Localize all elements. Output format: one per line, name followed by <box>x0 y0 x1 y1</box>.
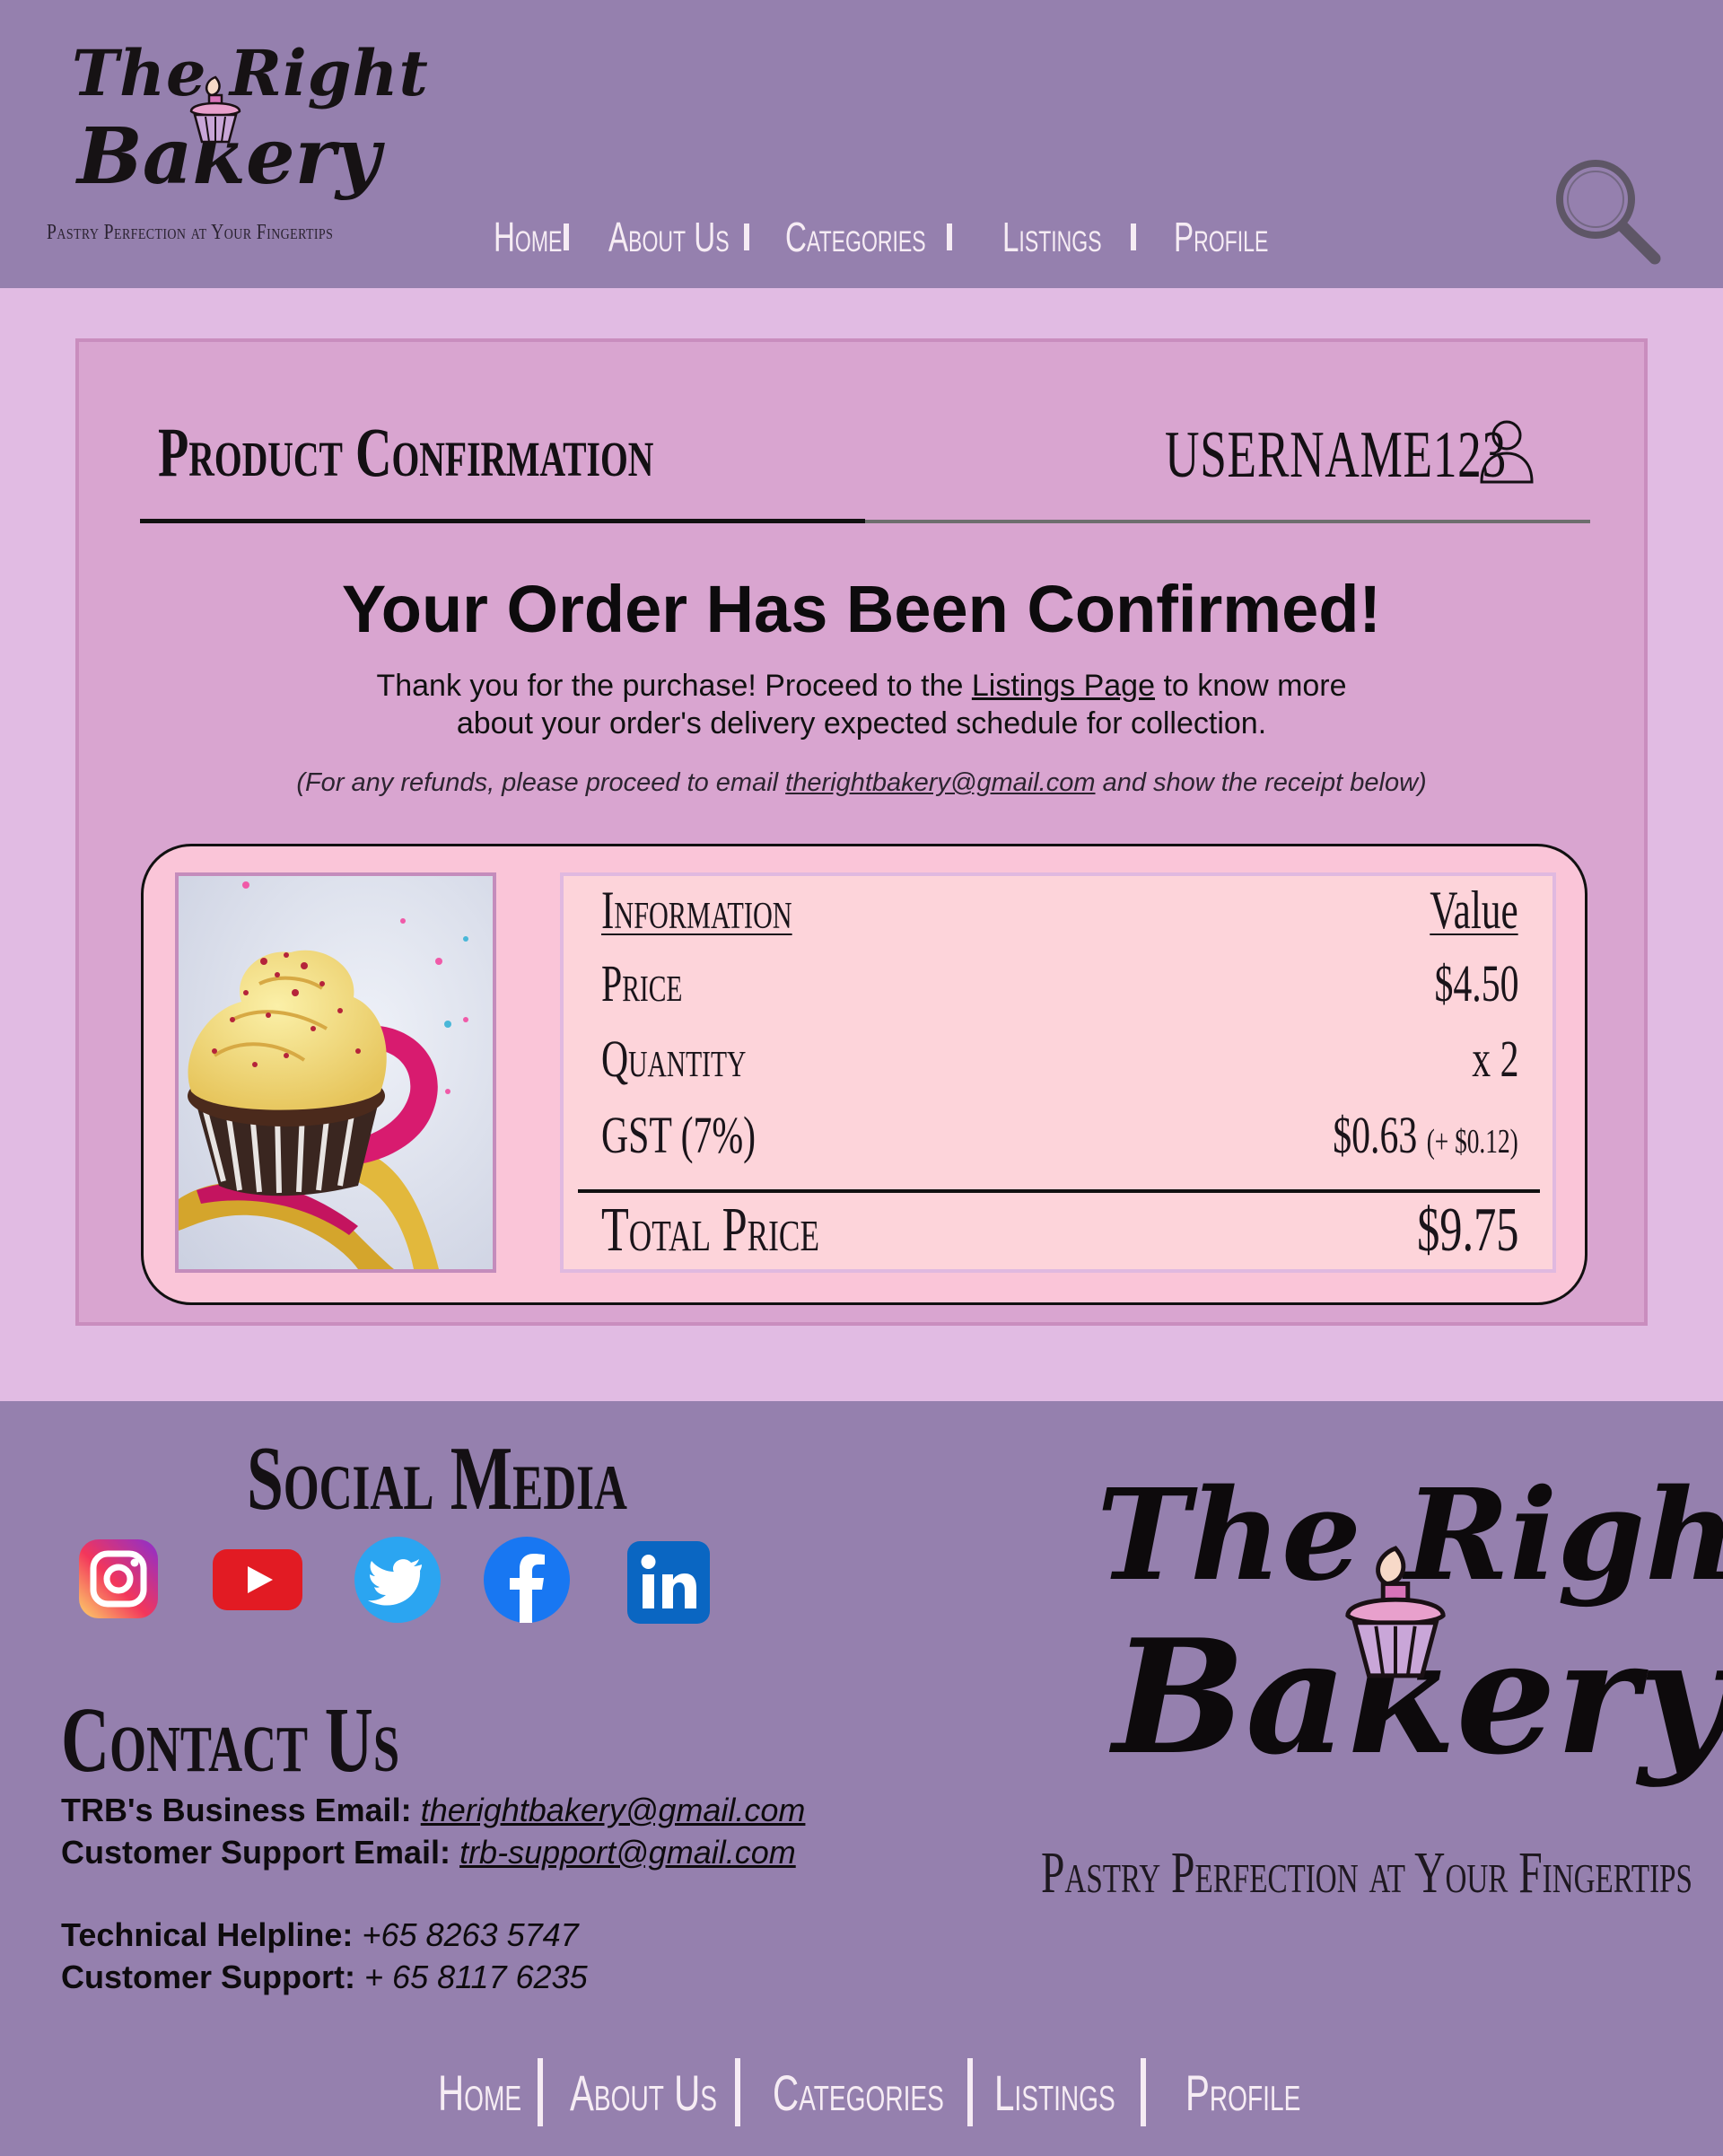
total-divider <box>578 1189 1540 1193</box>
facebook-icon[interactable] <box>483 1536 571 1624</box>
nav-listings[interactable]: Listings <box>1002 213 1102 261</box>
business-email-line: TRB's Business Email: therightbakery@gma… <box>61 1789 805 1831</box>
nav-divider <box>946 223 952 250</box>
support-email-line: Customer Support Email: trb-support@gmai… <box>61 1831 805 1873</box>
gst-label: GST (7%) <box>601 1106 757 1164</box>
receipt-details: Information Value Price $4.50 Quantity x… <box>560 872 1556 1273</box>
price-value: $4.50 <box>1434 954 1518 1012</box>
title-rule <box>865 520 1590 523</box>
gst-value-group: $0.63 (+ $0.12) <box>1334 1105 1518 1165</box>
gst-row: GST (7%) $0.63 (+ $0.12) <box>601 1105 1518 1165</box>
price-row: Price $4.50 <box>601 953 1518 1013</box>
instagram-icon[interactable] <box>77 1538 160 1620</box>
brand-tagline: Pastry Perfection at Your Fingertips <box>47 221 334 244</box>
nav-home[interactable]: Home <box>494 213 562 261</box>
nav-divider <box>538 2058 544 2126</box>
quantity-value: x 2 <box>1471 1030 1518 1088</box>
confirmation-card: Product Confirmation USERNAME123 Your Or… <box>75 338 1648 1326</box>
gst-value: $0.63 <box>1333 1106 1418 1164</box>
linkedin-icon[interactable] <box>626 1540 711 1625</box>
information-header: Information <box>601 881 792 940</box>
price-label: Price <box>601 954 683 1012</box>
nav-about-us[interactable]: About Us <box>608 213 730 261</box>
support-email-link[interactable]: trb-support@gmail.com <box>459 1834 796 1871</box>
cupcake-icon <box>189 75 241 144</box>
support-phone-line: Customer Support: + 65 8117 6235 <box>61 1956 805 1998</box>
username-label: USERNAME123 <box>1165 418 1507 492</box>
social-media-heading: Social Media <box>247 1428 627 1529</box>
nav-divider <box>744 223 750 250</box>
nav-divider <box>734 2058 740 2126</box>
contact-us-heading: Contact Us <box>61 1688 400 1792</box>
gst-extra: (+ $0.12) <box>1426 1123 1518 1161</box>
confirmation-heading: Your Order Has Been Confirmed! <box>341 572 1382 646</box>
nav-divider <box>1141 2058 1147 2126</box>
helpline-label: Technical Helpline: <box>61 1916 354 1953</box>
value-header: Value <box>1430 881 1518 940</box>
nav-divider <box>967 2058 974 2126</box>
support-phone-number: + 65 8117 6235 <box>364 1959 588 1995</box>
support-phone-label: Customer Support: <box>61 1959 355 1995</box>
site-footer: Social Media Contact Us TRB's Business E… <box>0 1401 1723 2156</box>
refund-text: and show the receipt below) <box>1095 768 1427 797</box>
total-row: Total Price $9.75 <box>601 1195 1518 1266</box>
message-text: about your order's delivery expected sch… <box>456 706 1267 741</box>
business-email-link[interactable]: therightbakery@gmail.com <box>421 1792 806 1828</box>
support-email-label: Customer Support Email: <box>61 1834 451 1871</box>
user-icon[interactable] <box>1479 417 1535 484</box>
receipt-header-row: Information Value <box>601 880 1518 942</box>
main-nav: Home About Us Categories Listings Profil… <box>494 210 1305 264</box>
footer-nav: Home About Us Categories Listings Profil… <box>438 2056 1345 2128</box>
title-rule <box>140 519 865 523</box>
site-header: The Right Bakery Pastry Perfection at Yo… <box>0 0 1723 288</box>
helpline-line: Technical Helpline: +65 8263 5747 <box>61 1914 805 1956</box>
business-email-label: TRB's Business Email: <box>61 1792 412 1828</box>
product-image <box>175 872 496 1273</box>
total-label: Total Price <box>601 1196 820 1265</box>
helpline-number: +65 8263 5747 <box>362 1916 579 1953</box>
brand-logo[interactable]: The Right Bakery Pastry Perfection at Yo… <box>47 36 428 260</box>
page-title: Product Confirmation <box>158 413 654 491</box>
nav-divider <box>1131 223 1137 250</box>
brand-tagline: Pastry Perfection at Your Fingertips <box>1041 1840 1692 1906</box>
message-text: Thank you for the purchase! Proceed to t… <box>376 669 972 703</box>
cupcake-photo <box>179 876 493 1269</box>
logo-line-1: The Right <box>72 36 429 110</box>
footer-nav-about-us[interactable]: About Us <box>570 2064 717 2122</box>
search-icon[interactable] <box>1552 156 1662 266</box>
refund-email-link[interactable]: therightbakery@gmail.com <box>785 768 1095 797</box>
nav-divider <box>564 223 570 250</box>
twitter-icon[interactable] <box>354 1536 442 1624</box>
total-value: $9.75 <box>1416 1196 1518 1265</box>
contact-details: TRB's Business Email: therightbakery@gma… <box>61 1789 805 1998</box>
confirmation-message: Thank you for the purchase! Proceed to t… <box>79 667 1644 742</box>
footer-nav-categories[interactable]: Categories <box>773 2064 944 2122</box>
cupcake-icon <box>1345 1546 1446 1678</box>
quantity-label: Quantity <box>601 1030 747 1088</box>
footer-nav-profile[interactable]: Profile <box>1185 2064 1300 2122</box>
message-text: to know more <box>1155 669 1347 703</box>
refund-text: (For any refunds, please proceed to emai… <box>296 768 786 797</box>
listings-page-link[interactable]: Listings Page <box>972 669 1155 703</box>
youtube-icon[interactable] <box>212 1548 303 1611</box>
footer-brand-logo: The Right Bakery Pastry Perfection at Yo… <box>1041 1453 1723 1956</box>
nav-categories[interactable]: Categories <box>785 213 926 261</box>
refund-note: (For any refunds, please proceed to emai… <box>79 768 1644 798</box>
nav-profile[interactable]: Profile <box>1174 213 1268 261</box>
footer-nav-listings[interactable]: Listings <box>994 2064 1115 2122</box>
quantity-row: Quantity x 2 <box>601 1029 1518 1089</box>
footer-nav-home[interactable]: Home <box>438 2064 521 2122</box>
receipt: Information Value Price $4.50 Quantity x… <box>141 844 1587 1305</box>
